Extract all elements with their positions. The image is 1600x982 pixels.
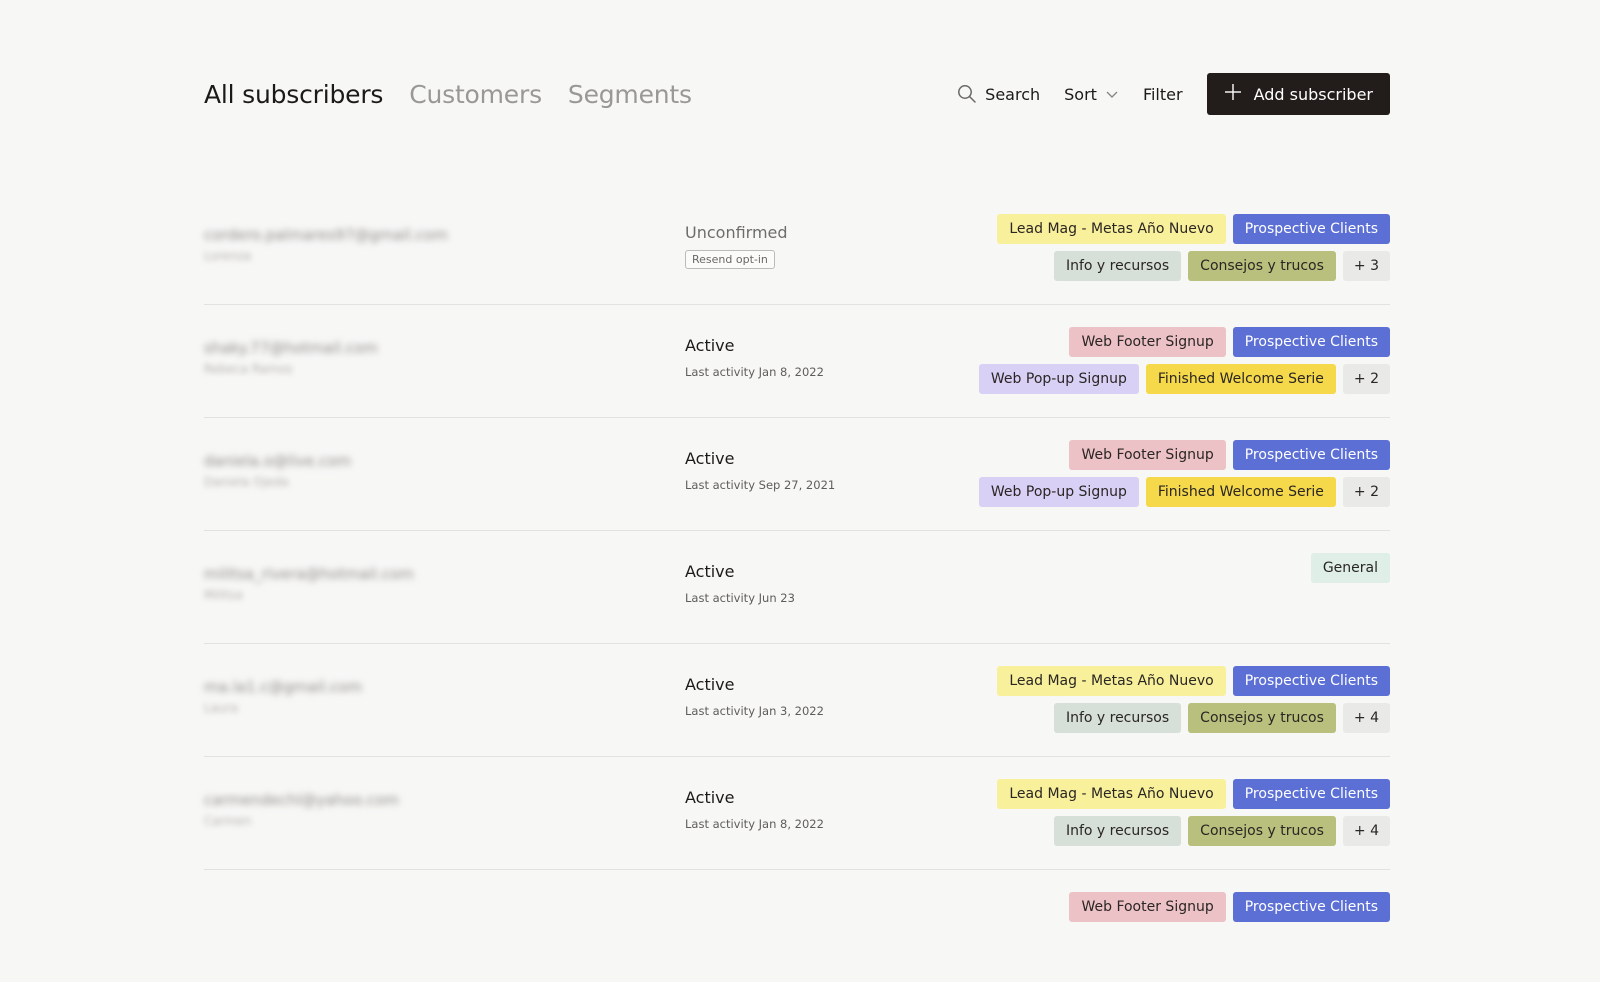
tag-badge[interactable]: Prospective Clients <box>1232 214 1390 244</box>
tag-line: General <box>1310 553 1390 583</box>
tag-line: Info y recursos Consejos y trucos + 4 <box>1053 816 1390 846</box>
tag-line: Web Pop-up Signup Finished Welcome Serie +… <box>978 364 1390 394</box>
tag-badge[interactable]: Web Footer Signup <box>1069 327 1226 357</box>
tag-badge[interactable]: General <box>1310 553 1390 583</box>
subscriber-row[interactable]: carmendechl@yahoo.com Carmen Active Last ac… <box>204 757 1390 870</box>
tab-segments[interactable]: Segments <box>568 80 692 109</box>
last-activity: Last activity Jan 8, 2022 <box>685 365 824 379</box>
last-activity: Last activity Jun 23 <box>685 591 795 605</box>
page-header: All subscribers Customers Segments Searc… <box>204 72 1390 116</box>
subscriber-status: Active <box>685 562 735 581</box>
subscriber-tags: Web Footer Signup Prospective Clients <box>1069 892 1390 922</box>
tag-line: Lead Mag - Metas Año Nuevo Prospective Cl… <box>997 666 1390 696</box>
last-activity: Last activity Jan 8, 2022 <box>685 817 824 831</box>
subscriber-row[interactable]: militsa_rivera@hotmail.com Militsa Active L… <box>204 531 1390 644</box>
subscriber-tags: Lead Mag - Metas Año Nuevo Prospective Cl… <box>997 779 1390 846</box>
tag-badge[interactable]: Web Pop-up Signup <box>978 477 1139 507</box>
subscriber-name: Militsa <box>204 588 243 602</box>
tag-line: Web Pop-up Signup Finished Welcome Serie +… <box>978 477 1390 507</box>
tag-badge[interactable]: Consejos y trucos <box>1188 816 1336 846</box>
tag-badge[interactable]: Info y recursos <box>1053 816 1182 846</box>
subscriber-row[interactable]: ma.la1.c@gmail.com Laura Active Last activi… <box>204 644 1390 757</box>
tag-badge[interactable]: Web Footer Signup <box>1069 440 1226 470</box>
tag-badge[interactable]: Prospective Clients <box>1232 666 1390 696</box>
last-activity: Last activity Sep 27, 2021 <box>685 478 836 492</box>
subscriber-tags: Web Footer Signup Prospective Clients Web … <box>978 327 1390 394</box>
subscriber-row[interactable]: Web Footer Signup Prospective Clients <box>204 870 1390 982</box>
sort-label: Sort <box>1064 84 1097 104</box>
tag-badge[interactable]: Consejos y trucos <box>1188 703 1336 733</box>
tag-badge[interactable]: Info y recursos <box>1053 251 1182 281</box>
tag-line: Web Footer Signup Prospective Clients <box>1069 892 1390 922</box>
subscriber-tabs: All subscribers Customers Segments <box>204 80 692 109</box>
subscriber-status: Active <box>685 788 735 807</box>
tab-all-subscribers[interactable]: All subscribers <box>204 80 383 109</box>
tag-line: Web Footer Signup Prospective Clients <box>1069 327 1390 357</box>
more-tags-badge[interactable]: + 4 <box>1342 703 1390 733</box>
subscriber-email: militsa_rivera@hotmail.com <box>204 565 414 583</box>
subscriber-list: cordero.palmares97@gmail.com Lorenza Uncon… <box>204 192 1390 982</box>
subscriber-status: Active <box>685 675 735 694</box>
plus-icon <box>1224 83 1242 105</box>
search-label: Search <box>985 84 1041 104</box>
toolbar: Search Sort Filter Add subscriber <box>957 73 1390 115</box>
more-tags-badge[interactable]: + 2 <box>1342 477 1390 507</box>
tag-badge[interactable]: Web Pop-up Signup <box>978 364 1139 394</box>
subscriber-tags: General <box>1310 553 1390 583</box>
tab-customers[interactable]: Customers <box>409 80 542 109</box>
tag-badge[interactable]: Finished Welcome Serie <box>1145 477 1336 507</box>
tag-badge[interactable]: Consejos y trucos <box>1188 251 1336 281</box>
tag-line: Lead Mag - Metas Año Nuevo Prospective Cl… <box>997 214 1390 244</box>
filter-label: Filter <box>1142 84 1183 104</box>
subscriber-email: cordero.palmares97@gmail.com <box>204 226 448 244</box>
subscriber-row[interactable]: cordero.palmares97@gmail.com Lorenza Uncon… <box>204 192 1390 305</box>
more-tags-badge[interactable]: + 3 <box>1342 251 1390 281</box>
tag-badge[interactable]: Prospective Clients <box>1232 327 1390 357</box>
subscriber-name: Carmen <box>204 814 252 828</box>
subscriber-name: Rebeca Ramos <box>204 362 293 376</box>
subscribers-page: All subscribers Customers Segments Searc… <box>0 0 1600 922</box>
tag-line: Info y recursos Consejos y trucos + 4 <box>1053 703 1390 733</box>
tag-badge[interactable]: Lead Mag - Metas Año Nuevo <box>997 779 1226 809</box>
last-activity: Last activity Jan 3, 2022 <box>685 704 824 718</box>
subscriber-row[interactable]: shaky.77@hotmail.com Rebeca Ramos Active La… <box>204 305 1390 418</box>
subscriber-tags: Web Footer Signup Prospective Clients Web … <box>978 440 1390 507</box>
add-subscriber-label: Add subscriber <box>1253 84 1373 104</box>
tag-badge[interactable]: Prospective Clients <box>1232 779 1390 809</box>
sort-button[interactable]: Sort <box>1064 85 1119 104</box>
subscriber-status: Active <box>685 336 735 355</box>
subscriber-status: Unconfirmed <box>685 223 788 242</box>
subscriber-status: Active <box>685 449 735 468</box>
tag-badge[interactable]: Prospective Clients <box>1232 892 1390 922</box>
tag-badge[interactable]: Prospective Clients <box>1232 440 1390 470</box>
subscriber-name: Daniela Ojeda <box>204 475 289 489</box>
subscriber-tags: Lead Mag - Metas Año Nuevo Prospective Cl… <box>997 214 1390 281</box>
subscriber-email: shaky.77@hotmail.com <box>204 339 378 357</box>
search-icon <box>957 84 977 104</box>
tag-badge[interactable]: Lead Mag - Metas Año Nuevo <box>997 214 1226 244</box>
subscriber-email: ma.la1.c@gmail.com <box>204 678 362 696</box>
tag-line: Info y recursos Consejos y trucos + 3 <box>1053 251 1390 281</box>
subscriber-email: daniela.o@live.com <box>204 452 352 470</box>
tag-badge[interactable]: Web Footer Signup <box>1069 892 1226 922</box>
more-tags-badge[interactable]: + 2 <box>1342 364 1390 394</box>
more-tags-badge[interactable]: + 4 <box>1342 816 1390 846</box>
resend-opt-in-button[interactable]: Resend opt-in <box>685 250 775 269</box>
tag-badge[interactable]: Info y recursos <box>1053 703 1182 733</box>
search-button[interactable]: Search <box>957 84 1040 104</box>
add-subscriber-button[interactable]: Add subscriber <box>1206 73 1390 115</box>
tag-badge[interactable]: Finished Welcome Serie <box>1145 364 1336 394</box>
tag-badge[interactable]: Lead Mag - Metas Año Nuevo <box>997 666 1226 696</box>
subscriber-tags: Lead Mag - Metas Año Nuevo Prospective Cl… <box>997 666 1390 733</box>
subscriber-name: Laura <box>204 701 238 715</box>
tag-line: Lead Mag - Metas Año Nuevo Prospective Cl… <box>997 779 1390 809</box>
subscriber-row[interactable]: daniela.o@live.com Daniela Ojeda Active Las… <box>204 418 1390 531</box>
filter-button[interactable]: Filter <box>1143 85 1183 104</box>
subscriber-name: Lorenza <box>204 249 252 263</box>
tag-line: Web Footer Signup Prospective Clients <box>1069 440 1390 470</box>
subscriber-email: carmendechl@yahoo.com <box>204 791 399 809</box>
chevron-down-icon <box>1105 87 1119 101</box>
